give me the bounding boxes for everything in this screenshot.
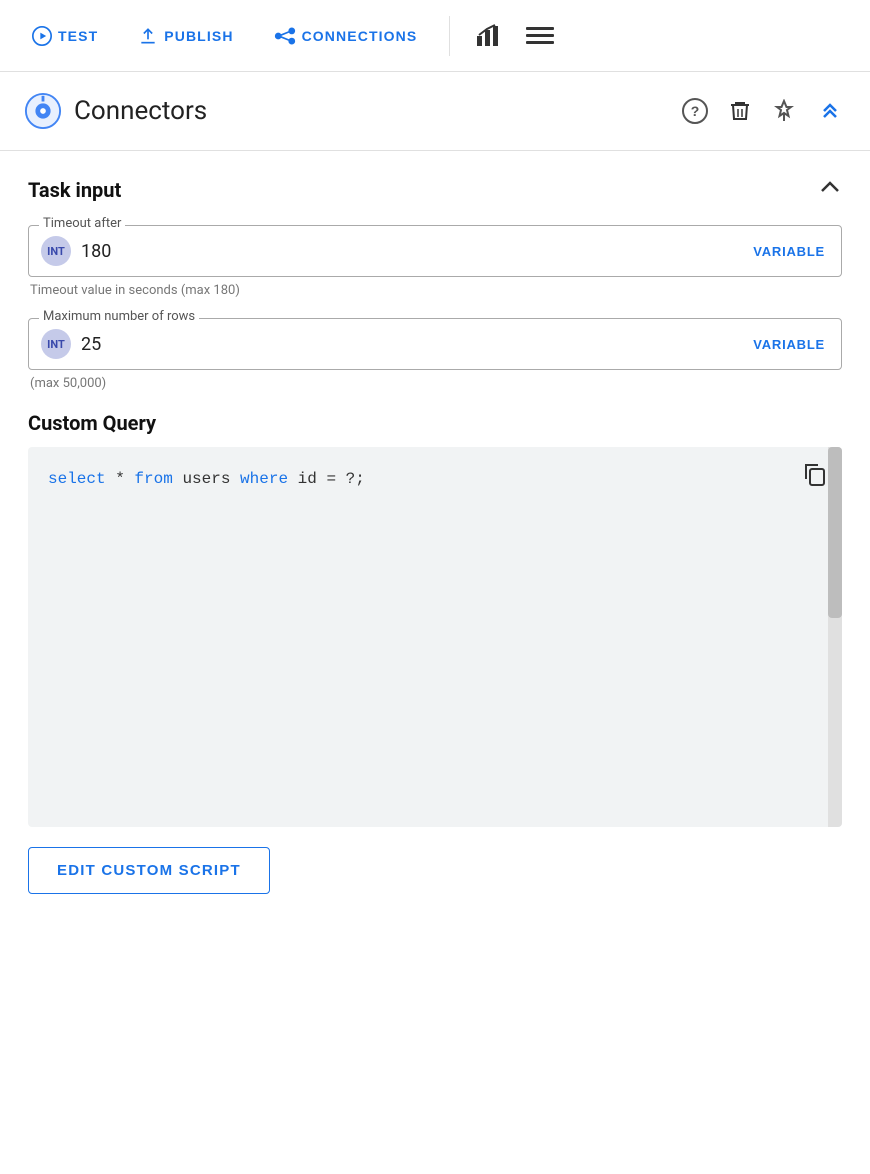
code-condition: id = ?; [298, 470, 365, 488]
max-rows-int-badge: INT [41, 329, 71, 359]
publish-button[interactable]: PUBLISH [122, 18, 249, 54]
timeout-field: Timeout after INT 180 VARIABLE [28, 225, 842, 277]
panel-header-right: ? [678, 94, 846, 128]
timeout-value: 180 [81, 241, 111, 262]
help-icon-button[interactable]: ? [678, 94, 712, 128]
panel-title: Connectors [74, 96, 207, 126]
top-nav: TEST PUBLISH CONNECTIONS [0, 0, 870, 72]
connector-icon [24, 92, 62, 130]
analytics-icon-button[interactable] [466, 14, 510, 58]
max-rows-variable-button[interactable]: VARIABLE [753, 337, 825, 352]
menu-icon [526, 22, 554, 50]
keyword-where: where [240, 470, 288, 488]
chevron-up-icon [818, 175, 842, 199]
timeout-left: INT 180 [41, 236, 111, 266]
help-icon: ? [682, 98, 708, 124]
collapse-button[interactable] [818, 175, 842, 205]
code-scrollbar[interactable] [828, 447, 842, 827]
max-rows-field: Maximum number of rows INT 25 VARIABLE [28, 318, 842, 370]
edit-custom-script-button[interactable]: EDIT CUSTOM SCRIPT [28, 847, 270, 894]
menu-icon-button[interactable] [518, 14, 562, 58]
max-rows-value: 25 [81, 334, 101, 355]
copy-button[interactable] [802, 461, 828, 493]
svg-text:?: ? [691, 103, 700, 119]
expand-icon [816, 98, 842, 124]
expand-icon-button[interactable] [812, 94, 846, 128]
code-scrollbar-thumb [828, 447, 842, 618]
code-line: select * from users where id = ?; [48, 467, 822, 493]
code-table: users [182, 470, 240, 488]
copy-icon [802, 461, 828, 487]
delete-icon [728, 99, 752, 123]
timeout-variable-button[interactable]: VARIABLE [753, 244, 825, 259]
connections-button[interactable]: CONNECTIONS [258, 18, 434, 54]
pin-icon [772, 99, 796, 123]
timeout-int-badge: INT [41, 236, 71, 266]
keyword-from: from [134, 470, 172, 488]
timeout-label: Timeout after [39, 216, 125, 231]
test-button[interactable]: TEST [16, 18, 114, 54]
nav-divider [449, 16, 450, 56]
panel-body: Task input Timeout after INT 180 VARIABL… [0, 151, 870, 946]
publish-icon [138, 26, 158, 46]
max-rows-hint: (max 50,000) [28, 376, 842, 391]
section-header: Task input [28, 175, 842, 205]
pin-icon-button[interactable] [768, 95, 800, 127]
connections-icon [274, 26, 296, 46]
code-star: * [115, 470, 134, 488]
panel-header-left: Connectors [24, 92, 678, 130]
analytics-icon [474, 22, 502, 50]
code-editor[interactable]: select * from users where id = ?; [28, 447, 842, 827]
play-icon [32, 26, 52, 46]
section-title: Task input [28, 178, 121, 202]
custom-query-title: Custom Query [28, 411, 842, 435]
max-rows-left: INT 25 [41, 329, 101, 359]
max-rows-label: Maximum number of rows [39, 309, 199, 324]
timeout-hint: Timeout value in seconds (max 180) [28, 283, 842, 298]
panel-header: Connectors ? [0, 72, 870, 151]
keyword-select: select [48, 470, 106, 488]
delete-icon-button[interactable] [724, 95, 756, 127]
